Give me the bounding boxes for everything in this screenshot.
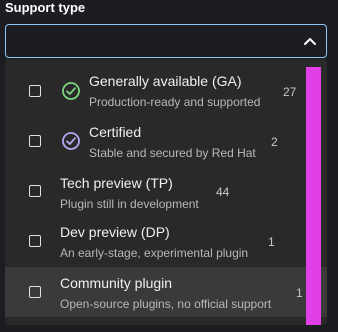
option-checkbox[interactable] <box>29 185 41 197</box>
option-count: 1 <box>296 286 303 300</box>
option-title: Dev preview (DP) <box>60 224 170 240</box>
menu-scrollbar[interactable] <box>306 67 321 325</box>
option-dev-preview[interactable]: Dev preview (DP) An early-stage, experim… <box>5 218 327 266</box>
option-generally-available[interactable]: Generally available (GA) Production-read… <box>5 68 327 116</box>
support-type-menu: Generally available (GA) Production-read… <box>5 59 327 325</box>
option-checkbox[interactable] <box>29 135 41 147</box>
option-description: Plugin still in development <box>60 197 199 211</box>
option-title: Generally available (GA) <box>89 73 242 89</box>
option-checkbox[interactable] <box>29 286 41 298</box>
option-description: Open-source plugins, no official support <box>60 297 272 311</box>
option-checkbox[interactable] <box>29 85 41 97</box>
support-type-label: Support type <box>5 0 86 15</box>
option-community-plugin[interactable]: Community plugin Open-source plugins, no… <box>5 267 327 317</box>
chevron-up-icon <box>304 38 316 45</box>
option-checkbox[interactable] <box>29 235 41 247</box>
option-certified[interactable]: Certified Stable and secured by Red Hat … <box>5 118 327 166</box>
support-type-select[interactable] <box>5 24 327 58</box>
option-count: 2 <box>271 135 278 149</box>
option-title: Tech preview (TP) <box>60 175 173 191</box>
check-circle-icon <box>62 82 80 100</box>
option-description: Production-ready and supported <box>89 95 261 109</box>
option-count: 27 <box>283 85 297 99</box>
option-description: Stable and secured by Red Hat <box>89 146 256 160</box>
option-title: Community plugin <box>60 275 173 291</box>
option-count: 1 <box>268 235 275 249</box>
option-count: 44 <box>216 185 230 199</box>
option-title: Certified <box>89 124 142 140</box>
check-circle-icon <box>62 132 80 150</box>
option-tech-preview[interactable]: Tech preview (TP) Plugin still in develo… <box>5 168 327 216</box>
option-description: An early-stage, experimental plugin <box>60 246 249 260</box>
